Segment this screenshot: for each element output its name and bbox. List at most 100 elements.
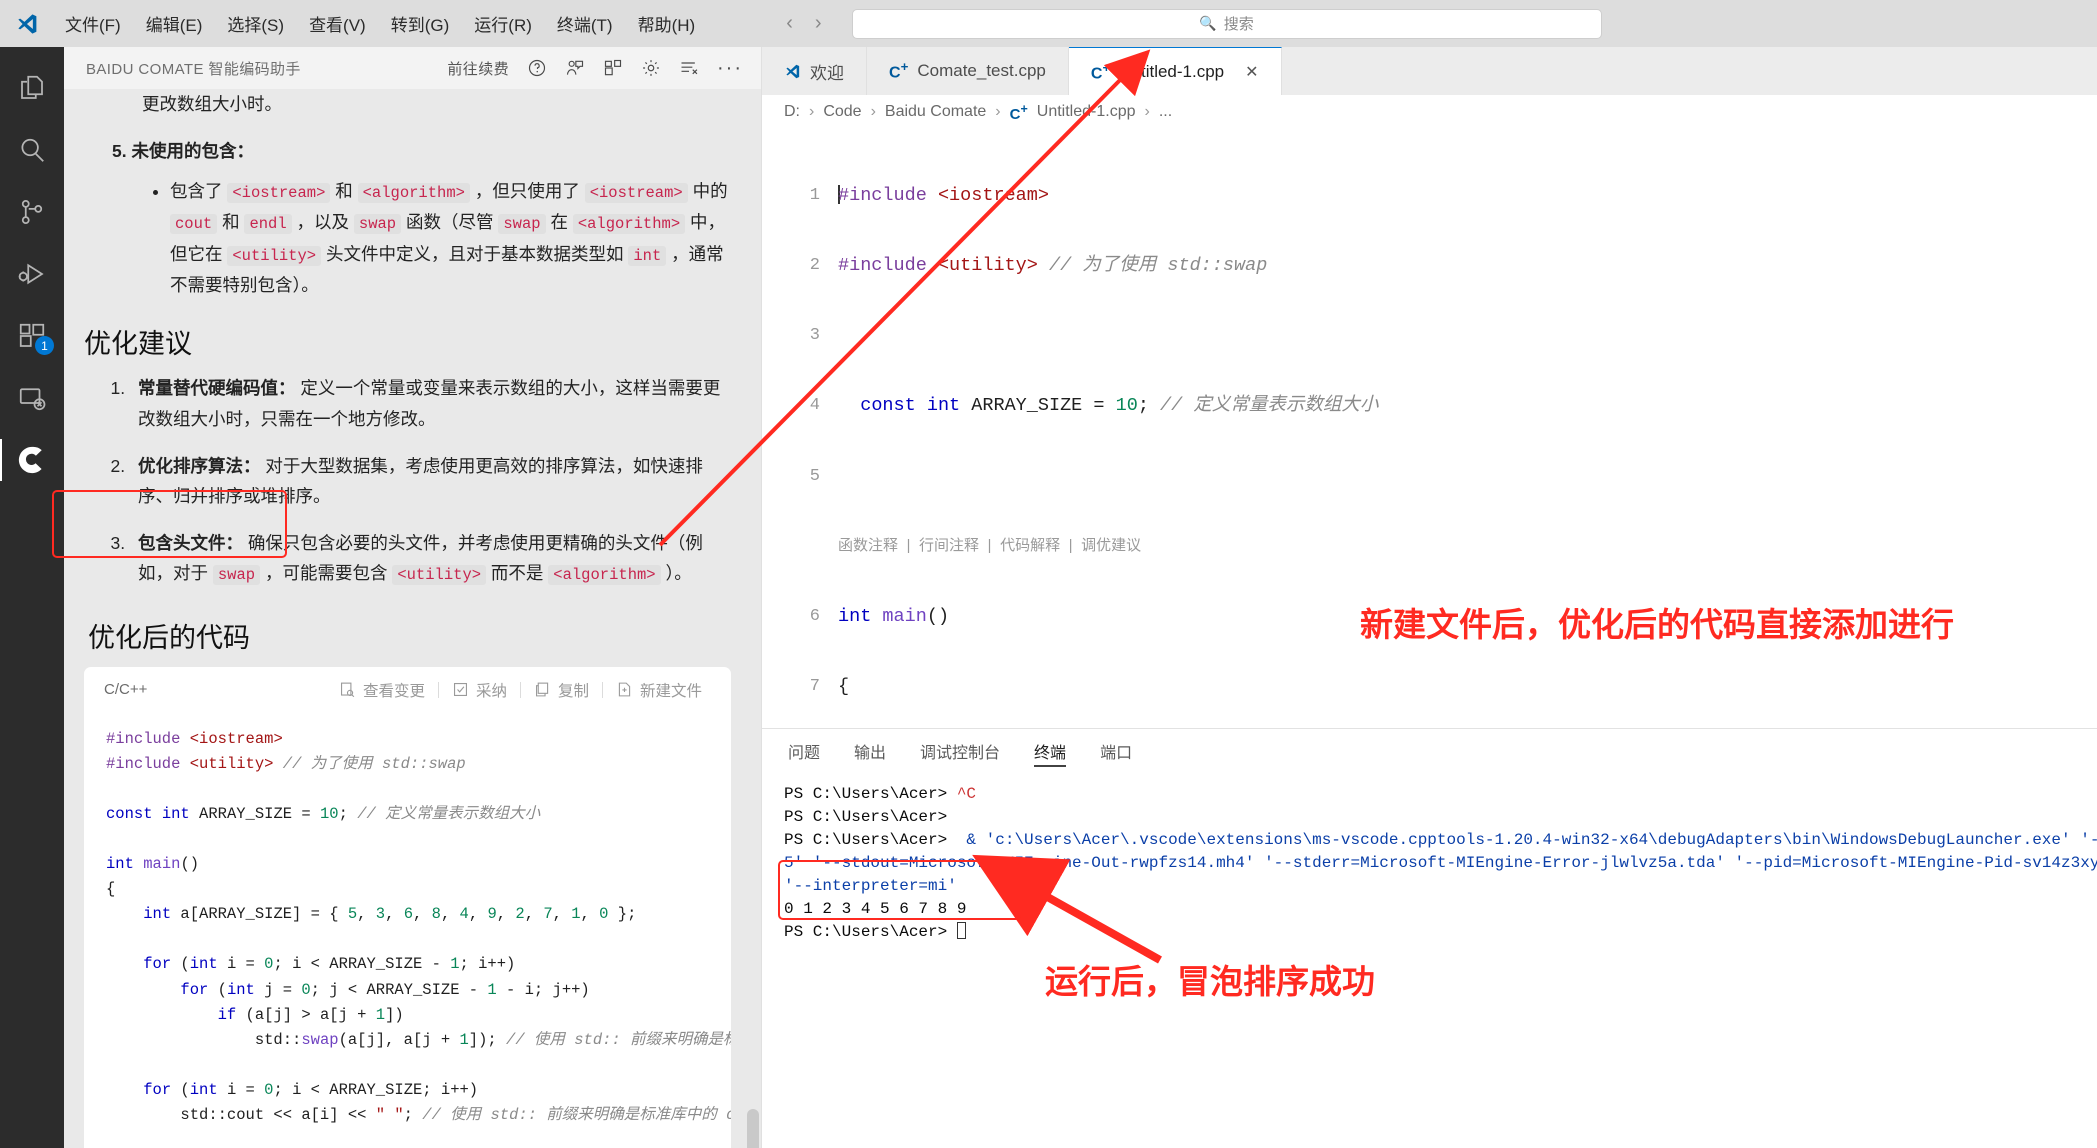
codelens-bar: 函数注释 | 行间注释 | 代码解释 | 调优建议 <box>762 535 2097 558</box>
person-chat-icon[interactable] <box>565 58 585 78</box>
tab-debug-console[interactable]: 调试控制台 <box>920 729 1000 773</box>
line-number: 7 <box>809 677 820 697</box>
line-number: 2 <box>809 256 820 276</box>
panel-tabs: 问题 输出 调试控制台 终端 端口 <box>762 729 2097 773</box>
line-number: 4 <box>809 396 820 416</box>
terminal-prompt: PS C:\Users\Acer> <box>784 785 957 803</box>
nav-forward-icon[interactable]: › <box>815 12 822 35</box>
sidebar-item-extensions[interactable]: 1 <box>0 305 64 367</box>
breadcrumb-item-file[interactable]: Untitled-1.cpp <box>1037 103 1136 121</box>
menu-item-view[interactable]: 查看(V) <box>298 7 377 40</box>
code-line: 4 const int ARRAY_SIZE = 10; // 定义常量表示数组… <box>762 394 2097 417</box>
terminal-output[interactable]: PS C:\Users\Acer> ^C PS C:\Users\Acer> PS … <box>762 773 2097 1148</box>
menu-item-terminal[interactable]: 终端(T) <box>546 7 624 40</box>
comate-chat-scroll: 更改数组大小时。 5. 未使用的包含： 包含了 <iostream> 和 <al… <box>84 89 747 1148</box>
activity-bar: 1 <box>0 47 64 1148</box>
menu-item-run[interactable]: 运行(R) <box>463 7 543 40</box>
tab-problems[interactable]: 问题 <box>788 729 820 773</box>
cpp-icon: C+ <box>1090 59 1111 83</box>
tab-terminal[interactable]: 终端 <box>1034 729 1067 773</box>
code-token: swap <box>353 214 402 235</box>
breadcrumb-item-baidu-comate[interactable]: Baidu Comate <box>885 103 986 121</box>
codelens-function-comment[interactable]: 函数注释 <box>838 535 898 558</box>
layout-icon[interactable] <box>603 58 623 78</box>
bottom-panel: 问题 输出 调试控制台 终端 端口 PS C:\Users\Acer> ^C PS… <box>762 728 2097 1148</box>
menu-item-edit[interactable]: 编辑(E) <box>135 7 214 40</box>
code-token: <iostream> <box>584 183 688 204</box>
list-item: 常量替代硬编码值： 定义一个常量或变量来表示数组的大小，这样当需要更改数组大小时… <box>130 373 731 434</box>
line-content <box>838 465 2097 488</box>
chat-bullet-list: 包含了 <iostream> 和 <algorithm> ，但只使用了 <ios… <box>170 176 731 300</box>
suggestion-list: 常量替代硬编码值： 定义一个常量或变量来表示数组的大小，这样当需要更改数组大小时… <box>130 373 731 589</box>
tab-welcome[interactable]: 欢迎 <box>762 47 867 95</box>
code-line: 7{ <box>762 675 2097 698</box>
nav-back-icon[interactable]: ‹ <box>786 12 793 35</box>
sidebar-item-run-debug[interactable] <box>0 243 64 305</box>
breadcrumb-item-code[interactable]: Code <box>823 103 861 121</box>
gear-icon[interactable] <box>641 58 661 78</box>
copy-button[interactable]: 复制 <box>521 679 602 701</box>
sidebar-item-explorer[interactable] <box>0 57 64 119</box>
bullet-text: 和 <box>330 181 358 202</box>
close-icon[interactable]: ✕ <box>1245 62 1258 82</box>
section-heading-suggestions: 优化建议 <box>84 329 192 360</box>
comate-chat-body[interactable]: 更改数组大小时。 5. 未使用的包含： 包含了 <iostream> 和 <al… <box>64 89 761 1148</box>
sidebar-item-source-control[interactable] <box>0 181 64 243</box>
editor-lines: 1 #include <iostream> 2 #include <utility>… <box>762 129 2097 728</box>
breadcrumb-item-ellipsis[interactable]: ... <box>1159 103 1172 121</box>
sidebar-item-remote[interactable] <box>0 367 64 429</box>
code-token: <utility> <box>392 565 487 586</box>
more-icon[interactable]: ··· <box>717 58 743 78</box>
terminal-line: PS C:\Users\Acer> <box>784 921 2097 944</box>
code-token: <algorithm> <box>572 214 686 235</box>
clear-list-icon[interactable] <box>679 58 699 78</box>
tab-untitled-1-cpp[interactable]: C+ Untitled-1.cpp ✕ <box>1068 47 1282 95</box>
new-file-button[interactable]: 新建文件 <box>603 679 715 701</box>
tab-comate-test-cpp[interactable]: C+ Comate_test.cpp <box>867 47 1069 95</box>
codelens-inline-comment[interactable]: 行间注释 <box>919 535 979 558</box>
new-file-label: 新建文件 <box>639 682 702 700</box>
code-token: <algorithm> <box>357 183 470 204</box>
code-language-label: C/C++ <box>104 681 148 698</box>
tab-output[interactable]: 输出 <box>854 729 886 773</box>
code-token: swap <box>212 565 261 586</box>
code-line: 6 int main() <box>762 605 2097 628</box>
terminal-text: & 'c:\Users\Acer\.vscode\extensions\ms-v… <box>956 831 2097 849</box>
search-placeholder: 搜索 <box>1223 16 1254 33</box>
codelens-tuning-advice[interactable]: 调优建议 <box>1081 535 1141 558</box>
comate-scrollbar[interactable] <box>747 1109 759 1148</box>
menu-item-help[interactable]: 帮助(H) <box>627 7 707 40</box>
view-changes-button[interactable]: 查看变更 <box>326 679 438 701</box>
terminal-prompt: PS C:\Users\Acer> <box>784 831 957 849</box>
adopt-label: 采纳 <box>475 682 507 700</box>
tab-ports[interactable]: 端口 <box>1100 729 1132 773</box>
cpp-icon: C+ <box>889 59 909 82</box>
bullet-text: ，但只使用了 <box>469 181 585 202</box>
suggestion-text: 而不是 <box>486 563 549 584</box>
menu-item-selection[interactable]: 选择(S) <box>216 7 295 40</box>
sidebar-item-search[interactable] <box>0 119 64 181</box>
terminal-prompt: PS C:\Users\Acer> <box>784 808 948 826</box>
breadcrumb-separator: › <box>809 103 815 120</box>
tab-label: Untitled-1.cpp <box>1119 61 1225 81</box>
code-editor[interactable]: 1 #include <iostream> 2 #include <utility>… <box>762 129 2097 728</box>
adopt-button[interactable]: 采纳 <box>439 679 520 701</box>
help-icon[interactable] <box>527 58 547 78</box>
sidebar-item-comate[interactable] <box>0 429 64 491</box>
command-search-input[interactable]: 🔍 搜索 <box>851 8 1602 39</box>
check-box-icon <box>453 682 467 697</box>
terminal-line: 5' '--stdout=Microsoft-MIEngine-Out-rwpf… <box>784 852 2097 875</box>
comate-title: BAIDU COMATE 智能编码助手 <box>86 60 301 78</box>
menu-item-go[interactable]: 转到(G) <box>380 7 461 40</box>
codelens-explain-code[interactable]: 代码解释 <box>1000 535 1060 558</box>
terminal-cursor <box>956 922 966 939</box>
line-number: 5 <box>809 466 820 486</box>
terminal-line: PS C:\Users\Acer> ^C <box>784 783 2097 806</box>
bullet-text: ，以及 <box>291 212 354 233</box>
code-token: <utility> <box>227 245 322 266</box>
renew-link[interactable]: 前往续费 <box>447 58 509 79</box>
breadcrumb-item-drive[interactable]: D: <box>784 103 800 121</box>
menu-item-file[interactable]: 文件(F) <box>54 7 132 40</box>
line-number: 1 <box>809 185 820 205</box>
breadcrumb: D: › Code › Baidu Comate › C+ Untitled-1… <box>762 95 2097 129</box>
